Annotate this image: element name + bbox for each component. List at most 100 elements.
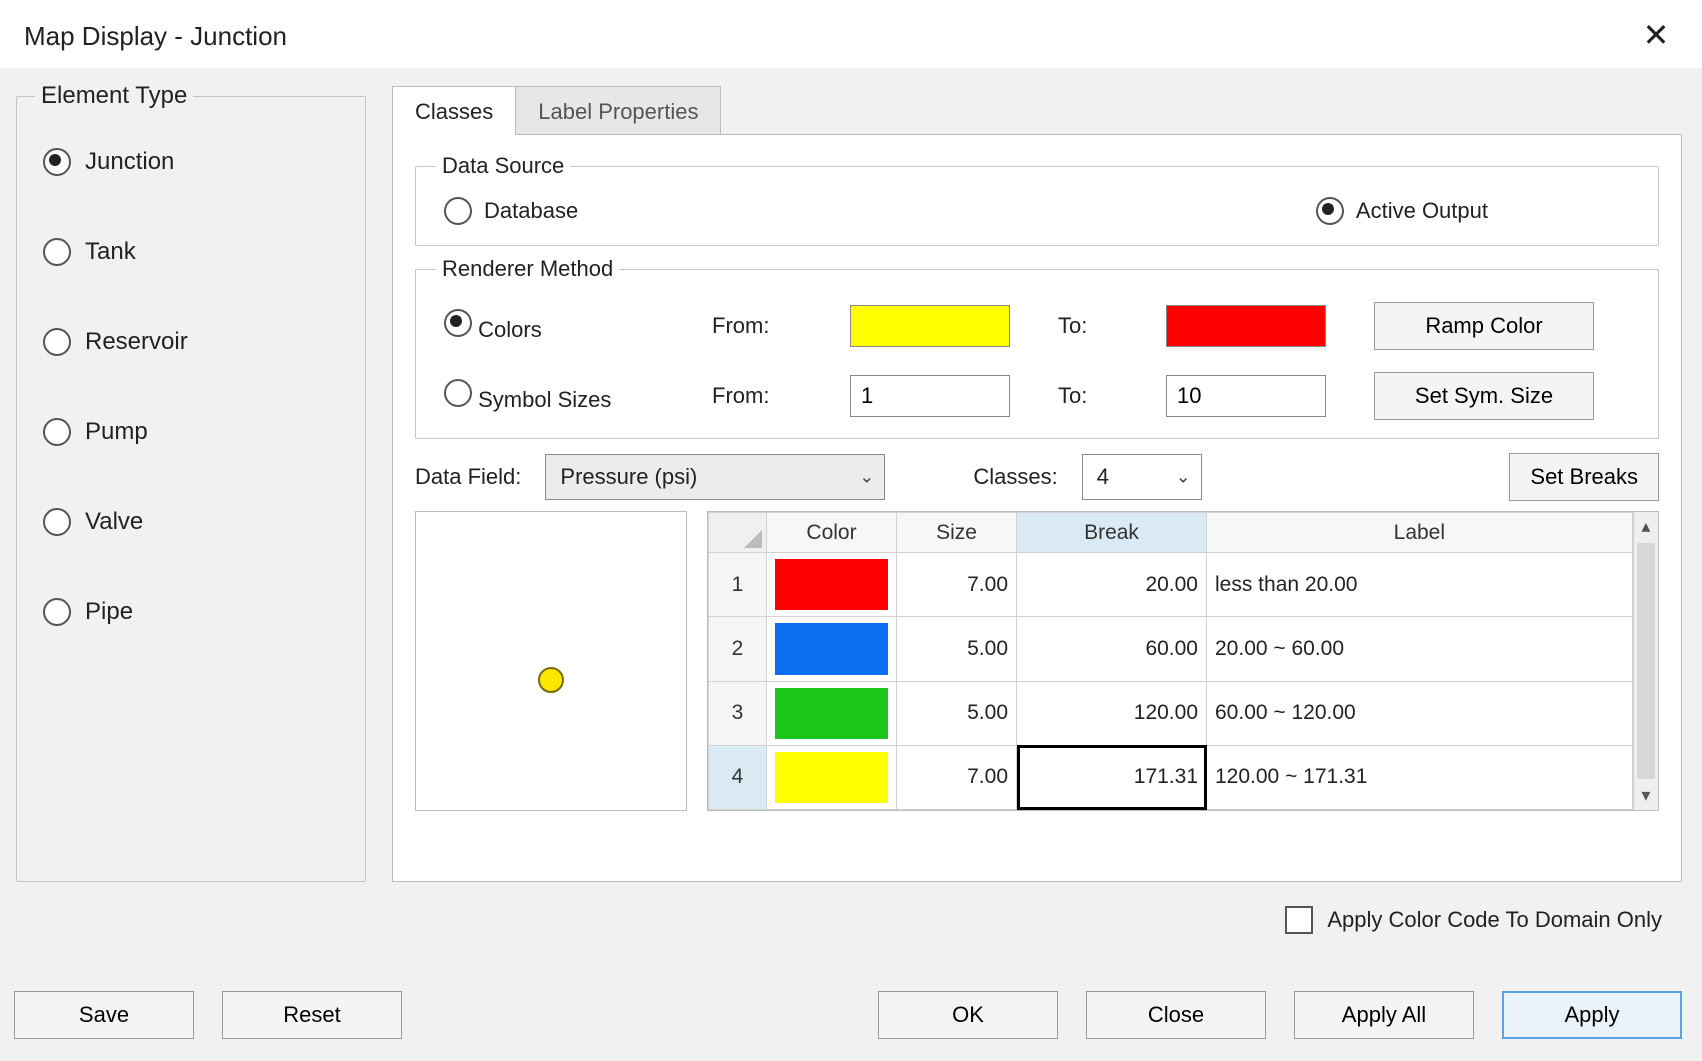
size-to-input[interactable] — [1166, 375, 1326, 417]
label-cell[interactable]: 20.00 ~ 60.00 — [1207, 617, 1633, 681]
radio-database[interactable]: Database — [444, 197, 578, 225]
tab-strip: Classes Label Properties — [392, 82, 1682, 134]
size-cell[interactable]: 7.00 — [897, 745, 1017, 809]
table-row[interactable]: 2 5.0060.0020.00 ~ 60.00 — [709, 617, 1633, 681]
color-from-swatch[interactable] — [850, 305, 1010, 347]
th-color[interactable]: Color — [767, 513, 897, 553]
radio-element-label: Junction — [85, 148, 174, 176]
close-icon[interactable]: ✕ — [1634, 14, 1678, 58]
radio-element-pipe[interactable]: Pipe — [43, 598, 347, 626]
radio-element-label: Pipe — [85, 598, 133, 626]
data-field-label: Data Field: — [415, 464, 521, 490]
from-label: From: — [712, 313, 822, 339]
preview-dot-icon — [538, 667, 564, 693]
radio-element-label: Tank — [85, 238, 136, 266]
color-swatch-icon — [775, 623, 888, 674]
renderer-method-group: Renderer Method Colors From: To: Ramp Co… — [415, 256, 1659, 439]
grid-area: Color Size Break Label 17.0020.00less th… — [415, 511, 1659, 811]
color-swatch-icon — [775, 752, 888, 803]
color-cell[interactable] — [767, 745, 897, 809]
checkbox-icon — [1285, 906, 1313, 934]
size-from-input[interactable] — [850, 375, 1010, 417]
table-row[interactable]: 4 7.00171.31120.00 ~ 171.31 — [709, 745, 1633, 809]
right-pane: Classes Label Properties Data Source Dat… — [392, 82, 1682, 882]
radio-icon — [444, 379, 472, 407]
scroll-down-icon[interactable]: ▾ — [1641, 785, 1650, 806]
element-type-group: Element Type Junction Tank Reservoir Pump Va… — [16, 82, 366, 882]
element-type-legend: Element Type — [35, 82, 193, 110]
break-cell[interactable]: 60.00 — [1017, 617, 1207, 681]
reset-button[interactable]: Reset — [222, 991, 402, 1039]
color-cell[interactable] — [767, 617, 897, 681]
color-to-swatch[interactable] — [1166, 305, 1326, 347]
break-cell[interactable]: 20.00 — [1017, 553, 1207, 617]
break-cell[interactable]: 120.00 — [1017, 681, 1207, 745]
size-cell[interactable]: 5.00 — [897, 617, 1017, 681]
data-field-value: Pressure (psi) — [560, 464, 697, 490]
data-field-combo[interactable]: Pressure (psi) ⌄ — [545, 454, 885, 500]
classes-table-wrap: Color Size Break Label 17.0020.00less th… — [707, 511, 1659, 811]
radio-symbol-sizes-label: Symbol Sizes — [478, 387, 611, 412]
radio-symbol-sizes[interactable]: Symbol Sizes — [444, 379, 684, 413]
radio-colors[interactable]: Colors — [444, 309, 684, 343]
ok-button[interactable]: OK — [878, 991, 1058, 1039]
classes-value: 4 — [1097, 464, 1109, 490]
label-cell[interactable]: 60.00 ~ 120.00 — [1207, 681, 1633, 745]
window-title: Map Display - Junction — [24, 21, 287, 52]
radio-database-label: Database — [484, 198, 578, 224]
radio-element-tank[interactable]: Tank — [43, 238, 347, 266]
color-swatch-icon — [775, 559, 888, 610]
color-cell[interactable] — [767, 553, 897, 617]
row-header[interactable]: 2 — [709, 617, 767, 681]
ramp-color-button[interactable]: Ramp Color — [1374, 302, 1594, 350]
radio-element-junction[interactable]: Junction — [43, 148, 347, 176]
radio-active-output[interactable]: Active Output — [1316, 197, 1488, 225]
title-bar: Map Display - Junction ✕ — [0, 0, 1702, 68]
radio-element-valve[interactable]: Valve — [43, 508, 347, 536]
set-breaks-button[interactable]: Set Breaks — [1509, 453, 1659, 501]
classes-label: Classes: — [973, 464, 1057, 490]
radio-element-pump[interactable]: Pump — [43, 418, 347, 446]
radio-icon — [43, 508, 71, 536]
tab-page-classes: Data Source Database Active Output — [392, 134, 1682, 882]
radio-colors-label: Colors — [478, 317, 542, 342]
client-area: Element Type Junction Tank Reservoir Pump Va… — [0, 68, 1702, 1061]
apply-domain-checkbox[interactable]: Apply Color Code To Domain Only — [1285, 906, 1662, 934]
data-source-group: Data Source Database Active Output — [415, 153, 1659, 246]
color-cell[interactable] — [767, 681, 897, 745]
apply-all-button[interactable]: Apply All — [1294, 991, 1474, 1039]
radio-icon — [43, 598, 71, 626]
table-row[interactable]: 3 5.00120.0060.00 ~ 120.00 — [709, 681, 1633, 745]
tab-classes[interactable]: Classes — [392, 86, 516, 135]
radio-element-label: Reservoir — [85, 328, 188, 356]
row-header[interactable]: 4 — [709, 745, 767, 809]
radio-icon — [444, 197, 472, 225]
label-cell[interactable]: less than 20.00 — [1207, 553, 1633, 617]
classes-table[interactable]: Color Size Break Label 17.0020.00less th… — [708, 512, 1633, 810]
th-break[interactable]: Break — [1017, 513, 1207, 553]
scroll-thumb[interactable] — [1637, 543, 1655, 779]
row-header[interactable]: 3 — [709, 681, 767, 745]
table-corner[interactable] — [709, 513, 767, 553]
size-cell[interactable]: 5.00 — [897, 681, 1017, 745]
save-button[interactable]: Save — [14, 991, 194, 1039]
break-cell[interactable]: 171.31 — [1017, 745, 1207, 809]
label-cell[interactable]: 120.00 ~ 171.31 — [1207, 745, 1633, 809]
radio-element-reservoir[interactable]: Reservoir — [43, 328, 347, 356]
row-header[interactable]: 1 — [709, 553, 767, 617]
set-sym-size-button[interactable]: Set Sym. Size — [1374, 372, 1594, 420]
close-button[interactable]: Close — [1086, 991, 1266, 1039]
size-cell[interactable]: 7.00 — [897, 553, 1017, 617]
renderer-legend: Renderer Method — [436, 256, 619, 282]
tab-label-properties[interactable]: Label Properties — [515, 86, 721, 135]
radio-active-output-label: Active Output — [1356, 198, 1488, 224]
classes-combo[interactable]: 4 ⌄ — [1082, 454, 1202, 500]
dialog-footer: Save Reset OK Close Apply All Apply — [14, 991, 1682, 1039]
table-vscrollbar[interactable]: ▴ ▾ — [1633, 512, 1658, 810]
th-label[interactable]: Label — [1207, 513, 1633, 553]
th-size[interactable]: Size — [897, 513, 1017, 553]
table-row[interactable]: 1 7.0020.00less than 20.00 — [709, 553, 1633, 617]
apply-button[interactable]: Apply — [1502, 991, 1682, 1039]
scroll-up-icon[interactable]: ▴ — [1641, 516, 1650, 537]
color-swatch-icon — [775, 688, 888, 739]
